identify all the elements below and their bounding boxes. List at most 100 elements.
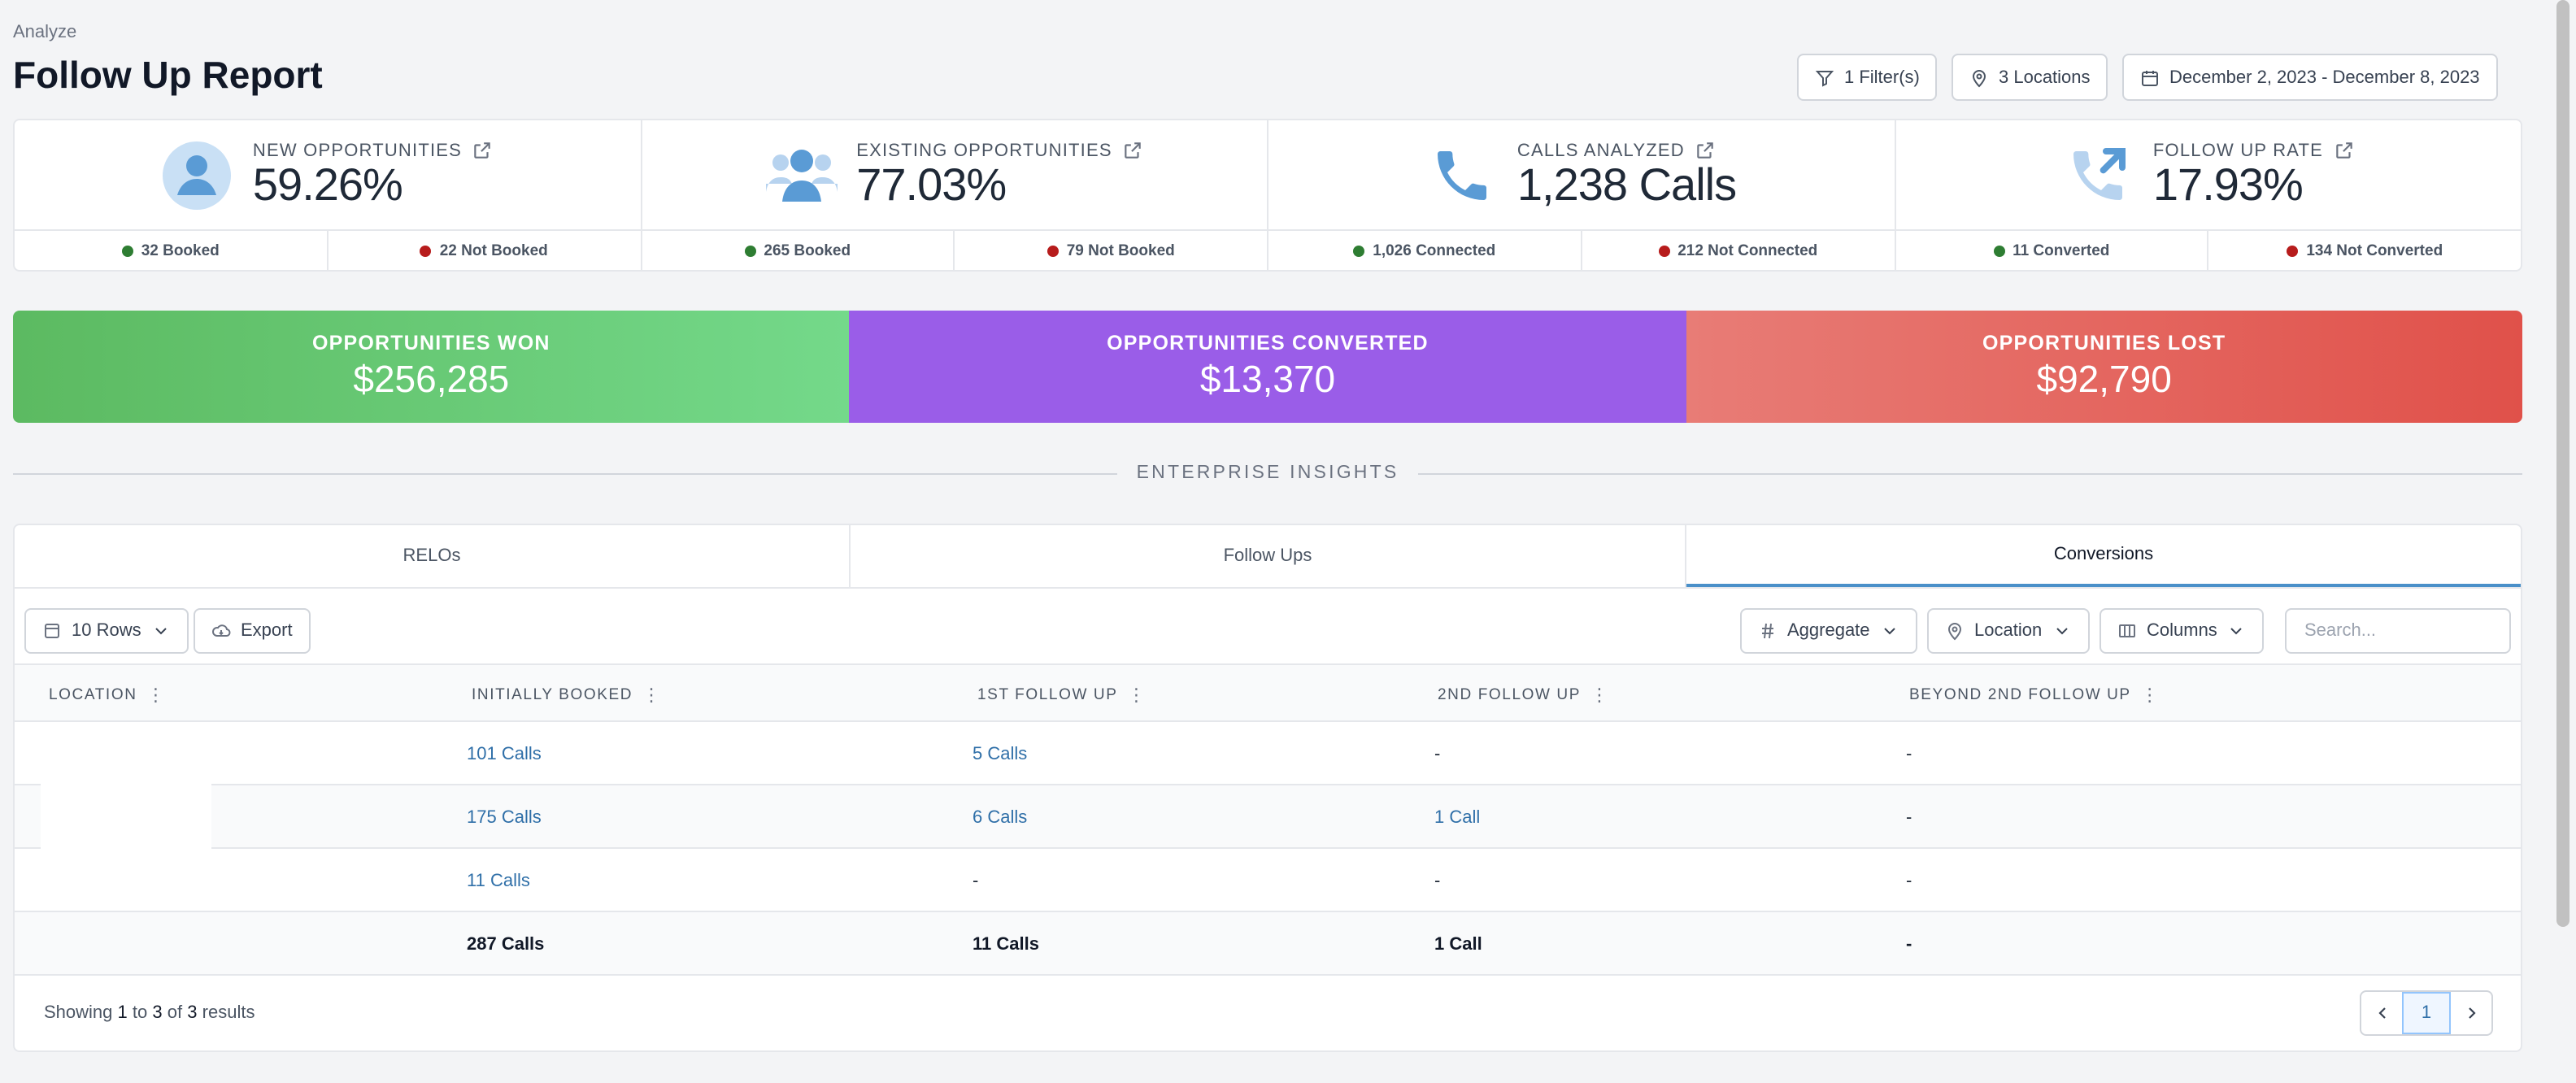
date-range-button[interactable]: December 2, 2023 - December 8, 2023 bbox=[2122, 54, 2498, 101]
stat-value: 1,238 Calls bbox=[1516, 159, 1737, 211]
stat-calls-analyzed: CALLS ANALYZED 1,238 Calls bbox=[1268, 120, 1895, 230]
initially-booked-link[interactable]: 11 Calls bbox=[467, 849, 530, 912]
column-header-location[interactable]: LOCATION ⋮ bbox=[49, 665, 166, 724]
red-dot-icon bbox=[2287, 245, 2299, 257]
hash-icon bbox=[1762, 623, 1773, 639]
stat-not-converted: 134 Not Converted bbox=[2209, 232, 2522, 270]
second-follow-up-cell: - bbox=[1434, 871, 1441, 890]
more-vertical-icon[interactable]: ⋮ bbox=[147, 684, 167, 705]
chevron-down-icon bbox=[2231, 628, 2243, 635]
tab-follow-ups[interactable]: Follow Ups bbox=[851, 525, 1686, 587]
more-vertical-icon[interactable]: ⋮ bbox=[2141, 684, 2160, 705]
aggregate-select[interactable]: Aggregate bbox=[1740, 608, 1917, 654]
column-header-initially-booked[interactable]: INITIALLY BOOKED ⋮ bbox=[472, 665, 662, 724]
table-row: 101 Calls 5 Calls - - bbox=[15, 722, 2521, 785]
chevron-down-icon bbox=[154, 628, 167, 635]
scrollbar-thumb[interactable] bbox=[2556, 0, 2569, 927]
stats-panel: NEW OPPORTUNITIES 59.26% EXISTING OPPORT… bbox=[13, 119, 2522, 272]
users-icon bbox=[765, 139, 838, 211]
first-follow-up-link[interactable]: 5 Calls bbox=[973, 722, 1027, 785]
initially-booked-link[interactable]: 175 Calls bbox=[467, 785, 542, 849]
stat-value: 59.26% bbox=[252, 159, 403, 211]
map-pin-icon bbox=[1972, 69, 1986, 87]
insights-tabs: RELOs Follow Ups Conversions bbox=[13, 524, 2522, 589]
beyond-follow-up-cell: - bbox=[1906, 744, 1912, 763]
totals-initially-booked: 287 Calls bbox=[467, 934, 545, 954]
red-dot-icon bbox=[420, 245, 432, 257]
conversions-panel: 10 Rows Export Aggregate Location Column… bbox=[13, 589, 2522, 1052]
map-pin-icon bbox=[1947, 623, 1962, 641]
location-select[interactable]: Location bbox=[1927, 608, 2090, 654]
more-vertical-icon[interactable]: ⋮ bbox=[1128, 684, 1147, 705]
stat-not-booked: 22 Not Booked bbox=[329, 231, 642, 270]
page-scrollbar[interactable] bbox=[2550, 0, 2576, 1083]
stat-value: 17.93% bbox=[2152, 159, 2304, 211]
banner-converted: OPPORTUNITIES CONVERTED $13,370 bbox=[849, 311, 1686, 423]
stat-existing-opportunities: EXISTING OPPORTUNITIES 77.03% bbox=[642, 120, 1268, 230]
green-dot-icon bbox=[1353, 245, 1365, 257]
next-page-button[interactable] bbox=[2451, 992, 2491, 1034]
section-title: ENTERPRISE INSIGHTS bbox=[1136, 463, 1399, 483]
stat-not-booked: 79 Not Booked bbox=[955, 231, 1268, 270]
external-link-icon[interactable] bbox=[472, 141, 493, 162]
column-header-beyond-2nd-follow-up[interactable]: BEYOND 2ND FOLLOW UP ⋮ bbox=[1909, 665, 2160, 724]
previous-page-button[interactable] bbox=[2361, 992, 2402, 1034]
stat-label: NEW OPPORTUNITIES bbox=[252, 141, 463, 161]
second-follow-up-link[interactable]: 1 Call bbox=[1434, 785, 1480, 849]
page-button-current[interactable]: 1 bbox=[2402, 992, 2451, 1034]
chevron-left-icon bbox=[2378, 1007, 2385, 1019]
red-dot-icon bbox=[1046, 245, 1059, 257]
rows-icon bbox=[45, 624, 59, 638]
initially-booked-link[interactable]: 101 Calls bbox=[467, 722, 542, 785]
tab-relos[interactable]: RELOs bbox=[15, 525, 851, 587]
user-icon bbox=[162, 139, 233, 211]
breadcrumb[interactable]: Analyze bbox=[13, 23, 76, 42]
filter-icon bbox=[1815, 70, 1834, 86]
locations-button[interactable]: 3 Locations bbox=[1952, 54, 2108, 101]
banner-won: OPPORTUNITIES WON $256,285 bbox=[13, 311, 850, 423]
first-follow-up-link[interactable]: 6 Calls bbox=[973, 785, 1027, 849]
chevron-down-icon bbox=[2056, 628, 2067, 635]
more-vertical-icon[interactable]: ⋮ bbox=[1590, 684, 1610, 705]
stat-connected: 1,026 Connected bbox=[1268, 231, 1582, 270]
external-link-icon[interactable] bbox=[2333, 141, 2354, 162]
table-row: 11 Calls - - - bbox=[15, 849, 2521, 912]
external-link-icon[interactable] bbox=[1122, 141, 1143, 162]
first-follow-up-cell: - bbox=[973, 871, 979, 890]
filters-button[interactable]: 1 Filter(s) bbox=[1797, 54, 1938, 101]
chevron-right-icon bbox=[2468, 1007, 2475, 1019]
search-input[interactable] bbox=[2285, 608, 2511, 654]
external-link-icon[interactable] bbox=[1695, 141, 1716, 162]
table-row: 175 Calls 6 Calls 1 Call - bbox=[15, 785, 2521, 849]
tab-conversions[interactable]: Conversions bbox=[1686, 525, 2521, 587]
phone-outgoing-icon bbox=[2062, 139, 2134, 211]
stat-new-opportunities: NEW OPPORTUNITIES 59.26% bbox=[15, 120, 642, 230]
stat-label: FOLLOW UP RATE bbox=[2152, 141, 2324, 161]
columns-icon bbox=[2119, 624, 2135, 637]
phone-icon bbox=[1426, 139, 1498, 211]
stat-booked: 265 Booked bbox=[642, 231, 955, 270]
opportunity-banners: OPPORTUNITIES WON $256,285 OPPORTUNITIES… bbox=[13, 311, 2522, 423]
chevron-down-icon bbox=[1883, 628, 1895, 635]
green-dot-icon bbox=[744, 245, 756, 257]
export-button[interactable]: Export bbox=[194, 608, 311, 654]
calendar-icon bbox=[2142, 70, 2158, 85]
green-dot-icon bbox=[121, 245, 133, 257]
more-vertical-icon[interactable]: ⋮ bbox=[642, 684, 662, 705]
rows-per-page-select[interactable]: 10 Rows bbox=[24, 608, 189, 654]
stat-label: EXISTING OPPORTUNITIES bbox=[856, 141, 1112, 161]
results-summary: Showing 1 to 3 of 3 results bbox=[44, 1003, 255, 1023]
stat-follow-up-rate: FOLLOW UP RATE 17.93% bbox=[1895, 120, 2521, 230]
redacted-location-names bbox=[41, 722, 211, 849]
filters-label: 1 Filter(s) bbox=[1844, 67, 1920, 87]
section-divider: ENTERPRISE INSIGHTS bbox=[13, 462, 2522, 485]
column-header-2nd-follow-up[interactable]: 2ND FOLLOW UP ⋮ bbox=[1438, 665, 1610, 724]
stat-booked: 32 Booked bbox=[15, 231, 329, 270]
column-header-1st-follow-up[interactable]: 1ST FOLLOW UP ⋮ bbox=[977, 665, 1147, 724]
columns-select[interactable]: Columns bbox=[2100, 608, 2265, 654]
stat-value: 77.03% bbox=[856, 159, 1007, 211]
totals-first-follow-up: 11 Calls bbox=[973, 934, 1039, 954]
totals-beyond-follow-up: - bbox=[1906, 934, 1912, 954]
stat-converted: 11 Converted bbox=[1895, 231, 2209, 270]
totals-second-follow-up: 1 Call bbox=[1434, 934, 1482, 954]
